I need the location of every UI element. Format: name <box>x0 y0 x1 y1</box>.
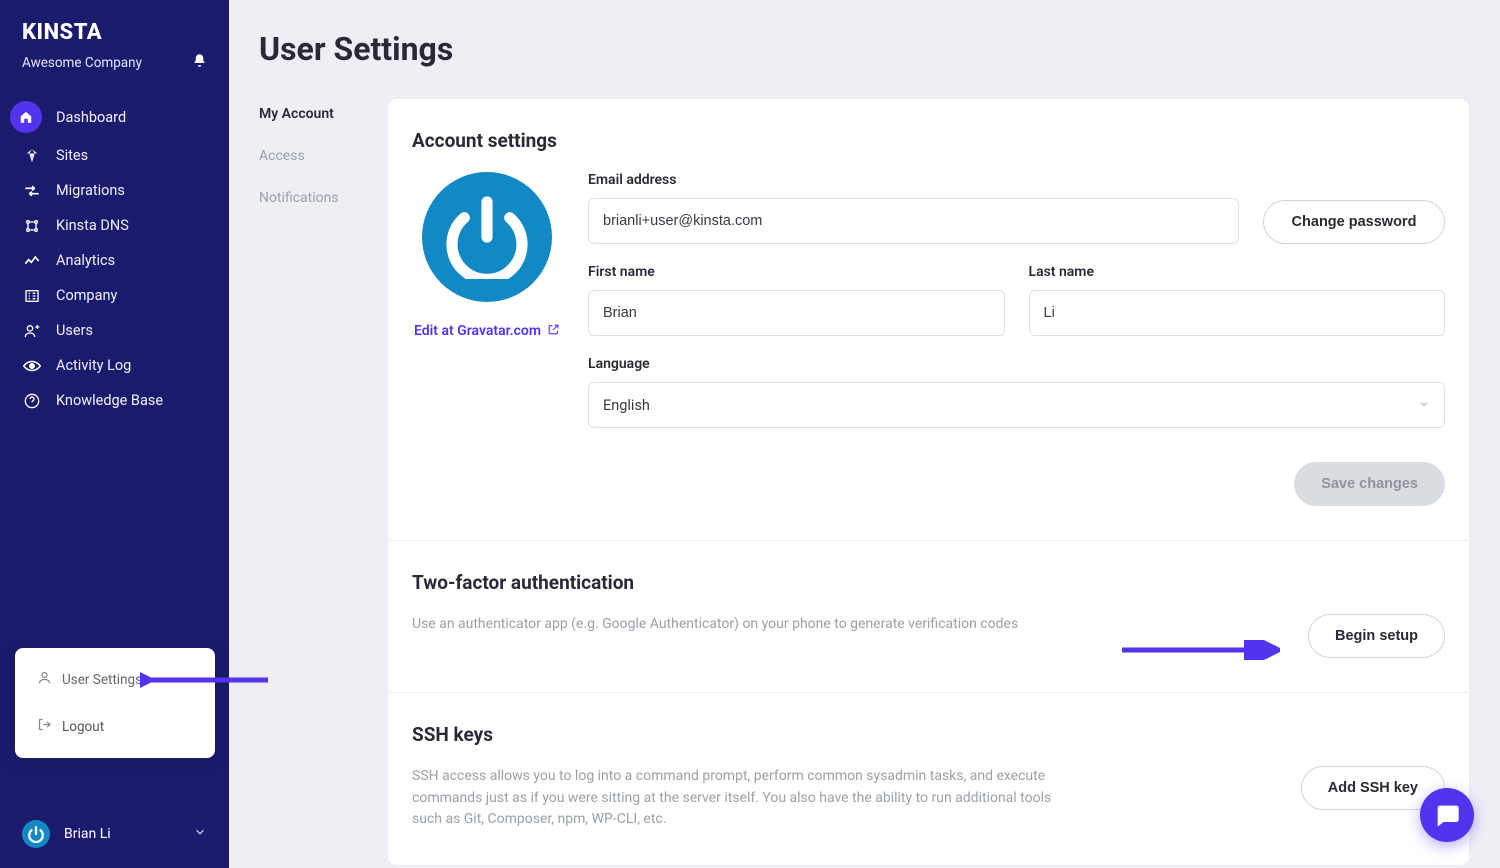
language-value: English <box>603 397 650 414</box>
nav-users[interactable]: Users <box>6 313 223 348</box>
brand-logo: KINSTA <box>0 20 229 53</box>
nav-sites[interactable]: Sites <box>6 138 223 173</box>
email-field-group: Email address <box>588 172 1239 244</box>
menu-label: Logout <box>62 719 104 735</box>
subnav-notifications[interactable]: Notifications <box>259 190 359 206</box>
nav-label: Company <box>56 287 117 304</box>
nav-label: Sites <box>56 147 88 164</box>
eye-icon <box>22 360 42 372</box>
first-name-field-group: First name <box>588 264 1005 336</box>
external-link-icon <box>547 323 560 340</box>
save-changes-button[interactable]: Save changes <box>1294 462 1445 506</box>
last-name-field-group: Last name <box>1029 264 1446 336</box>
nav-label: Users <box>56 322 93 339</box>
sidebar: KINSTA Awesome Company Dashboard Sites M… <box>0 0 229 868</box>
menu-label: User Settings <box>62 672 142 688</box>
last-name-label: Last name <box>1029 264 1446 280</box>
language-label: Language <box>588 356 1445 372</box>
settings-subnav: My Account Access Notifications <box>259 98 359 866</box>
section-heading: SSH keys <box>412 723 1445 746</box>
begin-setup-button[interactable]: Begin setup <box>1308 614 1445 658</box>
ssh-keys-section: SSH keys SSH access allows you to log in… <box>388 693 1469 865</box>
analytics-icon <box>22 255 42 267</box>
email-label: Email address <box>588 172 1239 188</box>
dns-icon <box>22 218 42 234</box>
nav-migrations[interactable]: Migrations <box>6 173 223 208</box>
first-name-label: First name <box>588 264 1005 280</box>
logout-menu-item[interactable]: Logout <box>15 707 215 746</box>
subnav-access[interactable]: Access <box>259 148 359 164</box>
two-factor-section: Two-factor authentication Use an authent… <box>388 541 1469 693</box>
nav-label: Migrations <box>56 182 125 199</box>
home-icon <box>10 101 42 133</box>
last-name-input[interactable] <box>1029 290 1446 336</box>
user-menu-popup: User Settings Logout <box>15 648 215 758</box>
logout-icon <box>37 717 52 736</box>
company-icon <box>22 288 42 304</box>
person-icon <box>37 670 52 689</box>
user-settings-menu-item[interactable]: User Settings <box>15 660 215 707</box>
migrate-icon <box>22 185 42 197</box>
section-heading: Account settings <box>412 129 1445 152</box>
email-input[interactable] <box>588 198 1239 244</box>
first-name-input[interactable] <box>588 290 1005 336</box>
diamond-icon <box>22 148 42 164</box>
page-title: User Settings <box>259 30 1470 68</box>
user-name: Brian Li <box>64 826 111 842</box>
language-select[interactable]: English <box>588 382 1445 428</box>
nav-analytics[interactable]: Analytics <box>6 243 223 278</box>
main-content: User Settings My Account Access Notifica… <box>229 0 1500 868</box>
nav-label: Activity Log <box>56 357 131 374</box>
users-icon <box>22 323 42 339</box>
nav-label: Analytics <box>56 252 115 269</box>
settings-panel: Account settings Edit at Gravatar.com <box>387 98 1470 866</box>
sidebar-nav: Dashboard Sites Migrations Kinsta DNS An… <box>0 96 229 418</box>
gravatar-icon <box>22 820 50 848</box>
chevron-down-icon <box>1418 397 1430 414</box>
intercom-chat-button[interactable] <box>1420 788 1474 842</box>
nav-activity[interactable]: Activity Log <box>6 348 223 383</box>
chevron-down-icon <box>193 825 207 843</box>
link-label: Edit at Gravatar.com <box>414 323 541 339</box>
help-icon <box>22 393 42 409</box>
nav-kb[interactable]: Knowledge Base <box>6 383 223 418</box>
two-factor-description: Use an authenticator app (e.g. Google Au… <box>412 614 1072 636</box>
bell-icon[interactable] <box>192 53 207 72</box>
nav-label: Dashboard <box>56 109 126 126</box>
sidebar-user-footer[interactable]: Brian Li <box>0 804 229 868</box>
change-password-button[interactable]: Change password <box>1263 200 1445 244</box>
nav-dns[interactable]: Kinsta DNS <box>6 208 223 243</box>
nav-label: Knowledge Base <box>56 392 163 409</box>
account-settings-section: Account settings Edit at Gravatar.com <box>388 99 1469 541</box>
language-field-group: Language English <box>588 356 1445 428</box>
nav-label: Kinsta DNS <box>56 217 129 234</box>
gravatar-avatar <box>422 172 552 302</box>
company-name: Awesome Company <box>22 55 142 71</box>
section-heading: Two-factor authentication <box>412 571 1445 594</box>
subnav-my-account[interactable]: My Account <box>259 106 359 122</box>
nav-company[interactable]: Company <box>6 278 223 313</box>
nav-dashboard[interactable]: Dashboard <box>6 96 223 138</box>
edit-gravatar-link[interactable]: Edit at Gravatar.com <box>414 323 560 340</box>
ssh-description: SSH access allows you to log into a comm… <box>412 766 1072 831</box>
